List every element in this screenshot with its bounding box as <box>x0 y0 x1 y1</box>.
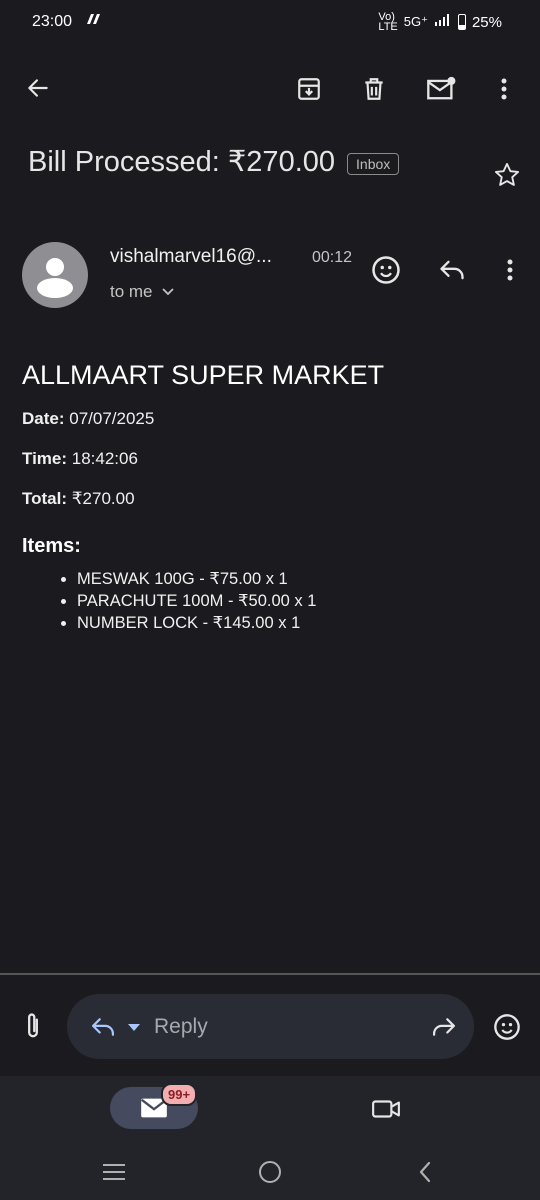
network-type: 5G⁺ <box>403 14 428 29</box>
bill-total: Total: ₹270.00 <box>22 489 135 508</box>
paperclip-icon <box>28 1013 38 1038</box>
trash-icon <box>365 78 383 100</box>
subject-text: Bill Processed: ₹270.00 <box>28 146 336 178</box>
reply-icon <box>440 260 464 280</box>
emoji-button[interactable] <box>490 1010 524 1044</box>
meet-tab[interactable] <box>366 1092 406 1126</box>
dropdown-arrow-icon <box>128 1024 140 1031</box>
home-circle-icon <box>259 1161 281 1183</box>
unread-badge: 99+ <box>161 1083 198 1106</box>
emoji-icon <box>494 1014 520 1040</box>
items-list: MESWAK 100G - ₹75.00 x 1 PARACHUTE 100M … <box>22 568 522 634</box>
arrow-left-icon <box>28 79 48 97</box>
email-time: 00:12 <box>312 249 353 266</box>
back-button[interactable] <box>20 70 56 106</box>
mark-unread-button[interactable] <box>422 70 460 108</box>
list-item: PARACHUTE 100M - ₹50.00 x 1 <box>77 590 522 612</box>
list-item: NUMBER LOCK - ₹145.00 x 1 <box>77 612 522 634</box>
reply-type-button[interactable] <box>84 1010 146 1044</box>
forward-button[interactable] <box>428 1010 460 1044</box>
items-heading: Items: <box>22 535 81 557</box>
status-indicators: Vo) LTE 5G⁺ 25% <box>378 11 502 33</box>
archive-button[interactable] <box>290 70 328 108</box>
list-item: MESWAK 100G - ₹75.00 x 1 <box>77 568 522 590</box>
star-button[interactable] <box>490 158 524 192</box>
reply-icon <box>92 1018 114 1036</box>
attach-button[interactable] <box>18 1008 48 1044</box>
store-name: ALLMAART SUPER MARKET <box>22 360 385 390</box>
archive-icon <box>298 78 320 100</box>
sender-avatar[interactable] <box>22 242 88 308</box>
battery-icon <box>457 14 466 30</box>
bill-date: Date: 07/07/2025 <box>22 409 155 428</box>
person-icon <box>37 258 73 298</box>
mark-unread-icon <box>427 76 456 100</box>
bill-time: Time: 18:42:06 <box>22 449 138 468</box>
volte-icon: Vo) LTE <box>378 11 398 33</box>
delete-button[interactable] <box>355 70 393 108</box>
label-chip[interactable]: Inbox <box>347 152 400 175</box>
battery-percent: 25% <box>471 13 502 31</box>
email-subject: Bill Processed: ₹270.00 Inbox <box>28 144 400 179</box>
chevron-left-icon <box>419 1161 431 1183</box>
reply-button[interactable] <box>434 252 470 288</box>
video-camera-icon <box>372 1100 400 1118</box>
more-vert-icon <box>507 259 513 281</box>
status-time: 23:00 <box>32 12 101 31</box>
reply-placeholder[interactable]: Reply <box>154 1015 208 1039</box>
home-button[interactable] <box>252 1154 288 1190</box>
sender-name[interactable]: vishalmarvel16@... <box>110 246 272 268</box>
menu-icon <box>103 1164 125 1180</box>
emoji-react-button[interactable] <box>368 252 404 288</box>
recipient-text: to me <box>110 282 153 301</box>
email-body: ALLMAART SUPER MARKET Date: 07/07/2025 T… <box>22 360 522 634</box>
chevron-down-icon <box>161 288 174 296</box>
forward-icon <box>433 1018 456 1036</box>
recent-apps-button[interactable] <box>96 1155 132 1189</box>
more-options-button[interactable] <box>488 70 520 108</box>
signal-icon <box>434 13 452 31</box>
system-back-button[interactable] <box>408 1155 442 1189</box>
emoji-icon <box>372 256 400 284</box>
recipient-toggle[interactable]: to me <box>110 282 175 302</box>
app-notification-icon <box>85 13 101 30</box>
message-more-button[interactable] <box>496 252 524 288</box>
more-vert-icon <box>501 78 507 100</box>
star-icon <box>494 162 520 186</box>
divider <box>0 973 540 975</box>
